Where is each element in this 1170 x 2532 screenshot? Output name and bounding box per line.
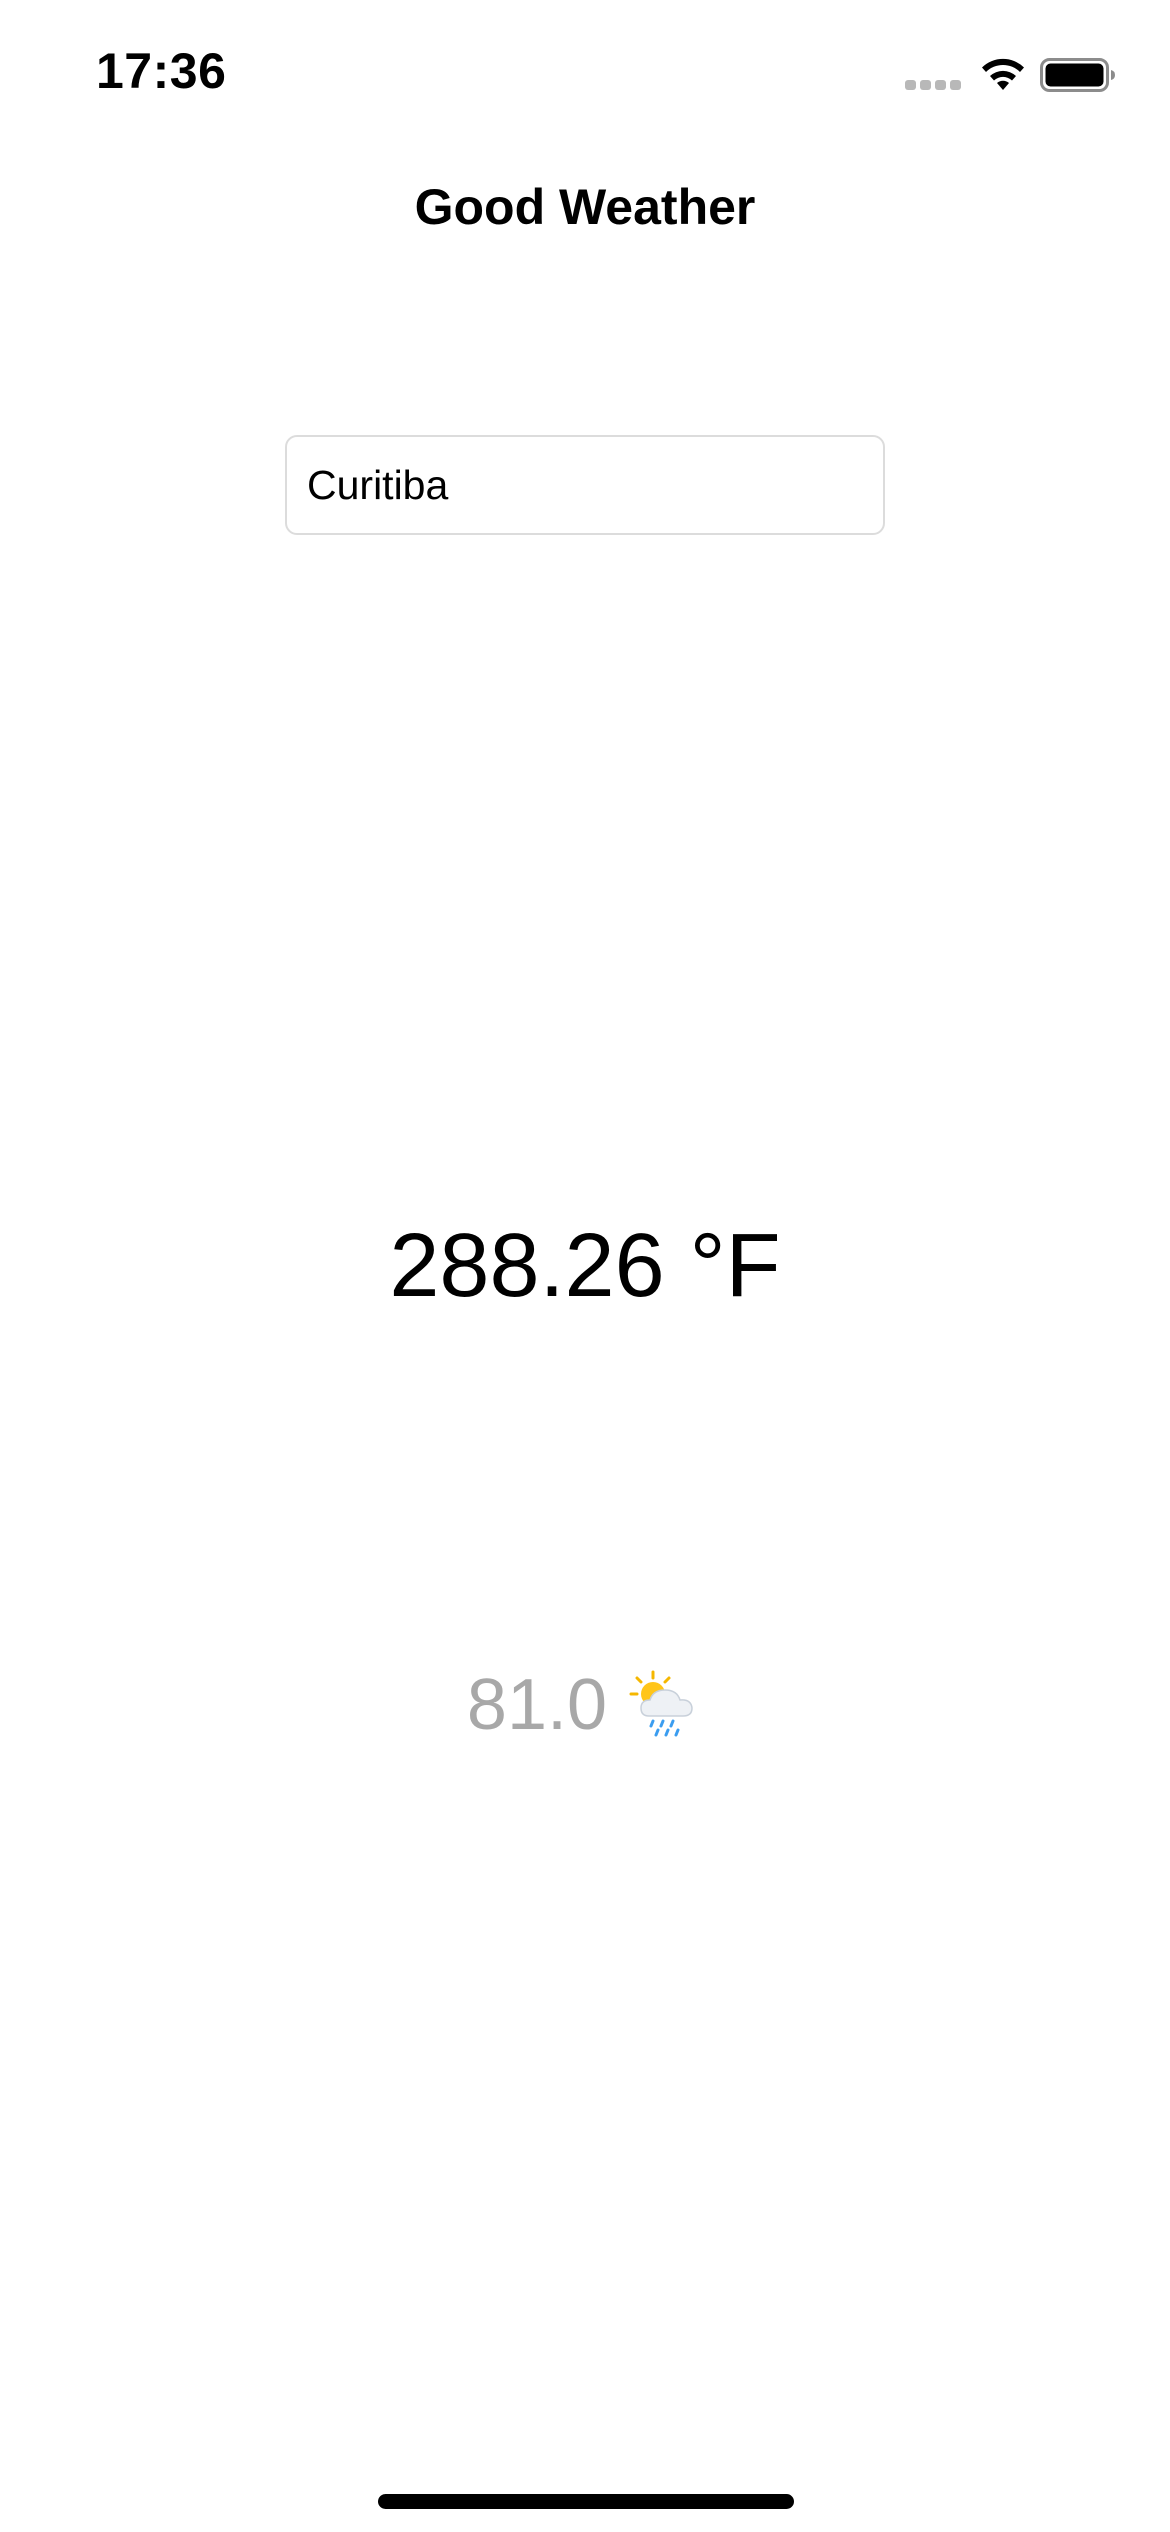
- wifi-icon: [982, 58, 1024, 90]
- home-indicator[interactable]: [378, 2494, 794, 2509]
- city-search-input[interactable]: [285, 435, 885, 535]
- secondary-reading: 81.0: [0, 1660, 1170, 1750]
- sun-behind-rain-cloud-icon: [629, 1670, 693, 1737]
- weather-screen: 17:36 Good Weather 288.26 °F 81.0: [0, 0, 1170, 2532]
- status-time: 17:36: [96, 43, 227, 99]
- secondary-value: 81.0: [466, 1665, 608, 1745]
- temperature-label: 288.26 °F: [389, 1216, 781, 1316]
- battery-icon: [1040, 58, 1115, 92]
- signal-dots-icon: [905, 80, 961, 92]
- page-title: Good Weather: [414, 179, 756, 235]
- status-bar: 17:36: [0, 0, 1170, 150]
